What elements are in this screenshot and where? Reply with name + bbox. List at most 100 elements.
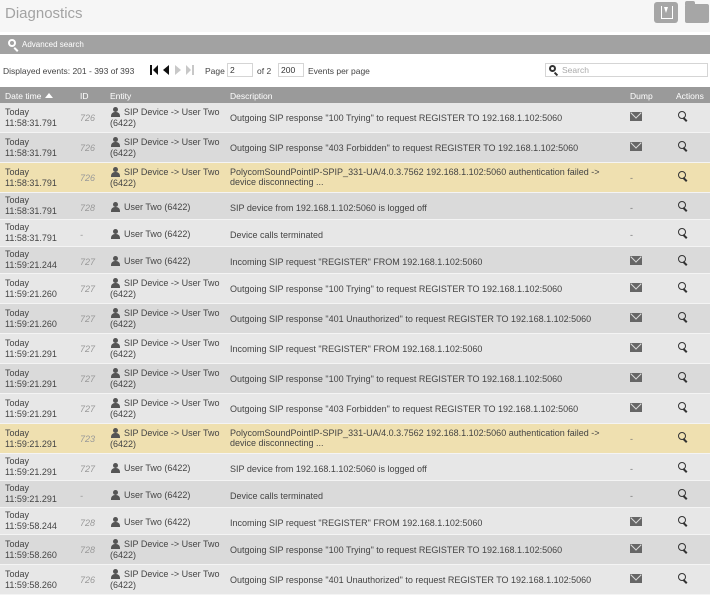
table-row[interactable]: Today 11:58:31.791 726 SIP Device -> User T… [0, 133, 710, 163]
entity-line1: SIP Device -> User Two [124, 338, 220, 348]
advanced-search-bar[interactable]: Advanced search [0, 35, 710, 54]
col-entity-header[interactable]: Entity [110, 91, 131, 101]
date-time: 11:58:31.791 [5, 233, 57, 243]
table-row[interactable]: Today 11:59:58.260 728 SIP Device -> User T… [0, 535, 710, 565]
entity-cell: SIP Device -> User Two (6422) [110, 167, 222, 189]
view-details-icon[interactable] [678, 462, 686, 470]
dump-cell[interactable] [630, 112, 642, 121]
view-details-icon[interactable] [678, 228, 686, 236]
table-row[interactable]: Today 11:59:21.291 727 SIP Device -> User T… [0, 334, 710, 364]
table-row[interactable]: Today 11:59:21.291 727 User Two (6422) SIP d… [0, 454, 710, 481]
search-icon [8, 39, 16, 47]
envelope-icon[interactable] [630, 313, 642, 322]
date-day: Today [5, 308, 30, 318]
envelope-icon[interactable] [630, 517, 642, 526]
view-details-icon[interactable] [678, 543, 686, 551]
view-details-icon[interactable] [678, 516, 686, 524]
user-icon [110, 167, 121, 178]
table-row[interactable]: Today 11:58:31.791 726 SIP Device -> User T… [0, 103, 710, 133]
first-page-icon[interactable] [150, 65, 158, 75]
id-cell: 728 [80, 545, 96, 555]
dump-cell: - [630, 491, 633, 501]
last-page-icon[interactable] [186, 65, 194, 75]
table-row[interactable]: Today 11:59:21.291 723 SIP Device -> User T… [0, 424, 710, 454]
prev-page-icon[interactable] [162, 65, 170, 75]
entity-line1: SIP Device -> User Two [124, 137, 220, 147]
envelope-icon[interactable] [630, 373, 642, 382]
view-details-icon[interactable] [678, 489, 686, 497]
entity-cell: SIP Device -> User Two (6422) [110, 107, 222, 129]
envelope-icon[interactable] [630, 256, 642, 265]
table-row[interactable]: Today 11:58:31.791 - User Two (6422) Device … [0, 220, 710, 247]
table-row[interactable]: Today 11:59:58.244 728 User Two (6422) Incom… [0, 508, 710, 535]
entity-cell: User Two (6422) [110, 517, 222, 528]
dump-cell[interactable] [630, 574, 642, 583]
view-details-icon[interactable] [678, 282, 686, 290]
entity-line2: (6422) [110, 319, 137, 329]
dump-cell[interactable] [630, 544, 642, 553]
envelope-icon[interactable] [630, 403, 642, 412]
user-icon [110, 368, 121, 379]
date-time: 11:59:21.291 [5, 349, 57, 359]
description-cell: SIP device from 192.168.1.102:5060 is lo… [230, 464, 427, 474]
actions-cell [678, 573, 686, 581]
col-description-header[interactable]: Description [230, 91, 273, 101]
view-details-icon[interactable] [678, 573, 686, 581]
table-body: Today 11:58:31.791 726 SIP Device -> User T… [0, 103, 710, 595]
description-cell: Outgoing SIP response "403 Forbidden" to… [230, 143, 579, 153]
dump-cell[interactable] [630, 283, 642, 292]
view-details-icon[interactable] [678, 141, 686, 149]
download-icon[interactable] [654, 2, 678, 23]
dump-cell[interactable] [630, 313, 642, 322]
dump-cell[interactable] [630, 343, 642, 352]
folder-icon[interactable] [685, 1, 709, 23]
view-details-icon[interactable] [678, 255, 686, 263]
dump-cell[interactable] [630, 142, 642, 151]
table-row[interactable]: Today 11:58:31.791 728 User Two (6422) SIP d… [0, 193, 710, 220]
view-details-icon[interactable] [678, 432, 686, 440]
view-details-icon[interactable] [678, 201, 686, 209]
dump-cell[interactable] [630, 256, 642, 265]
date-cell: Today 11:59:58.244 [5, 510, 57, 532]
table-row[interactable]: Today 11:58:31.791 726 SIP Device -> User T… [0, 163, 710, 193]
envelope-icon[interactable] [630, 112, 642, 121]
next-page-icon[interactable] [174, 65, 182, 75]
envelope-icon[interactable] [630, 574, 642, 583]
envelope-icon[interactable] [630, 142, 642, 151]
table-row[interactable]: Today 11:59:58.260 726 SIP Device -> User T… [0, 565, 710, 595]
envelope-icon[interactable] [630, 283, 642, 292]
id-cell: 727 [80, 344, 96, 354]
col-id-header[interactable]: ID [80, 91, 89, 101]
dump-cell[interactable] [630, 373, 642, 382]
table-row[interactable]: Today 11:59:21.260 727 SIP Device -> User T… [0, 274, 710, 304]
search-box[interactable] [545, 63, 708, 77]
view-details-icon[interactable] [678, 111, 686, 119]
table-row[interactable]: Today 11:59:21.291 727 SIP Device -> User T… [0, 364, 710, 394]
actions-cell [678, 372, 686, 380]
table-row[interactable]: Today 11:59:21.244 727 User Two (6422) Incom… [0, 247, 710, 274]
entity-cell: SIP Device -> User Two (6422) [110, 428, 222, 450]
view-details-icon[interactable] [678, 402, 686, 410]
id-cell: 727 [80, 464, 96, 474]
entity-line1: User Two (6422) [124, 202, 191, 212]
envelope-icon[interactable] [630, 343, 642, 352]
dump-cell[interactable] [630, 403, 642, 412]
table-row[interactable]: Today 11:59:21.291 727 SIP Device -> User T… [0, 394, 710, 424]
description-cell: Outgoing SIP response "100 Trying" to re… [230, 545, 563, 555]
user-icon [110, 463, 121, 474]
entity-cell: SIP Device -> User Two (6422) [110, 569, 222, 591]
col-date-header[interactable]: Date time [5, 91, 54, 101]
table-row[interactable]: Today 11:59:21.260 727 SIP Device -> User T… [0, 304, 710, 334]
table-row[interactable]: Today 11:59:21.291 - User Two (6422) Device … [0, 481, 710, 508]
page-input[interactable] [227, 63, 253, 77]
view-details-icon[interactable] [678, 342, 686, 350]
search-icon [549, 65, 556, 72]
view-details-icon[interactable] [678, 372, 686, 380]
search-input[interactable] [560, 64, 705, 76]
view-details-icon[interactable] [678, 312, 686, 320]
date-cell: Today 11:58:31.791 [5, 167, 57, 189]
view-details-icon[interactable] [678, 171, 686, 179]
envelope-icon[interactable] [630, 544, 642, 553]
per-page-input[interactable] [278, 63, 304, 77]
dump-cell[interactable] [630, 517, 642, 526]
